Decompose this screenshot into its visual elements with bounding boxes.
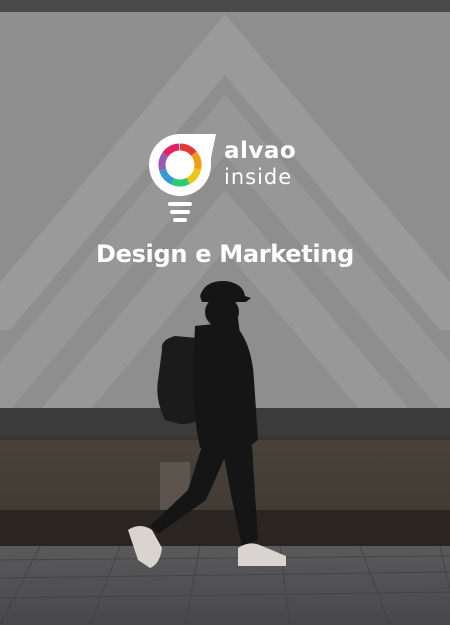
photo-scene: alvao inside Design e Marketing xyxy=(0,0,450,625)
brand-wordmark: alvao inside xyxy=(224,140,296,188)
lightbulb-logo-icon xyxy=(149,134,216,222)
background-photo xyxy=(0,0,450,625)
top-frame xyxy=(0,0,450,12)
brand-name: alvao xyxy=(224,138,297,164)
brand-tagline: inside xyxy=(224,165,293,189)
headline: Design e Marketing xyxy=(95,240,355,268)
brand-logo: alvao inside xyxy=(146,130,316,230)
